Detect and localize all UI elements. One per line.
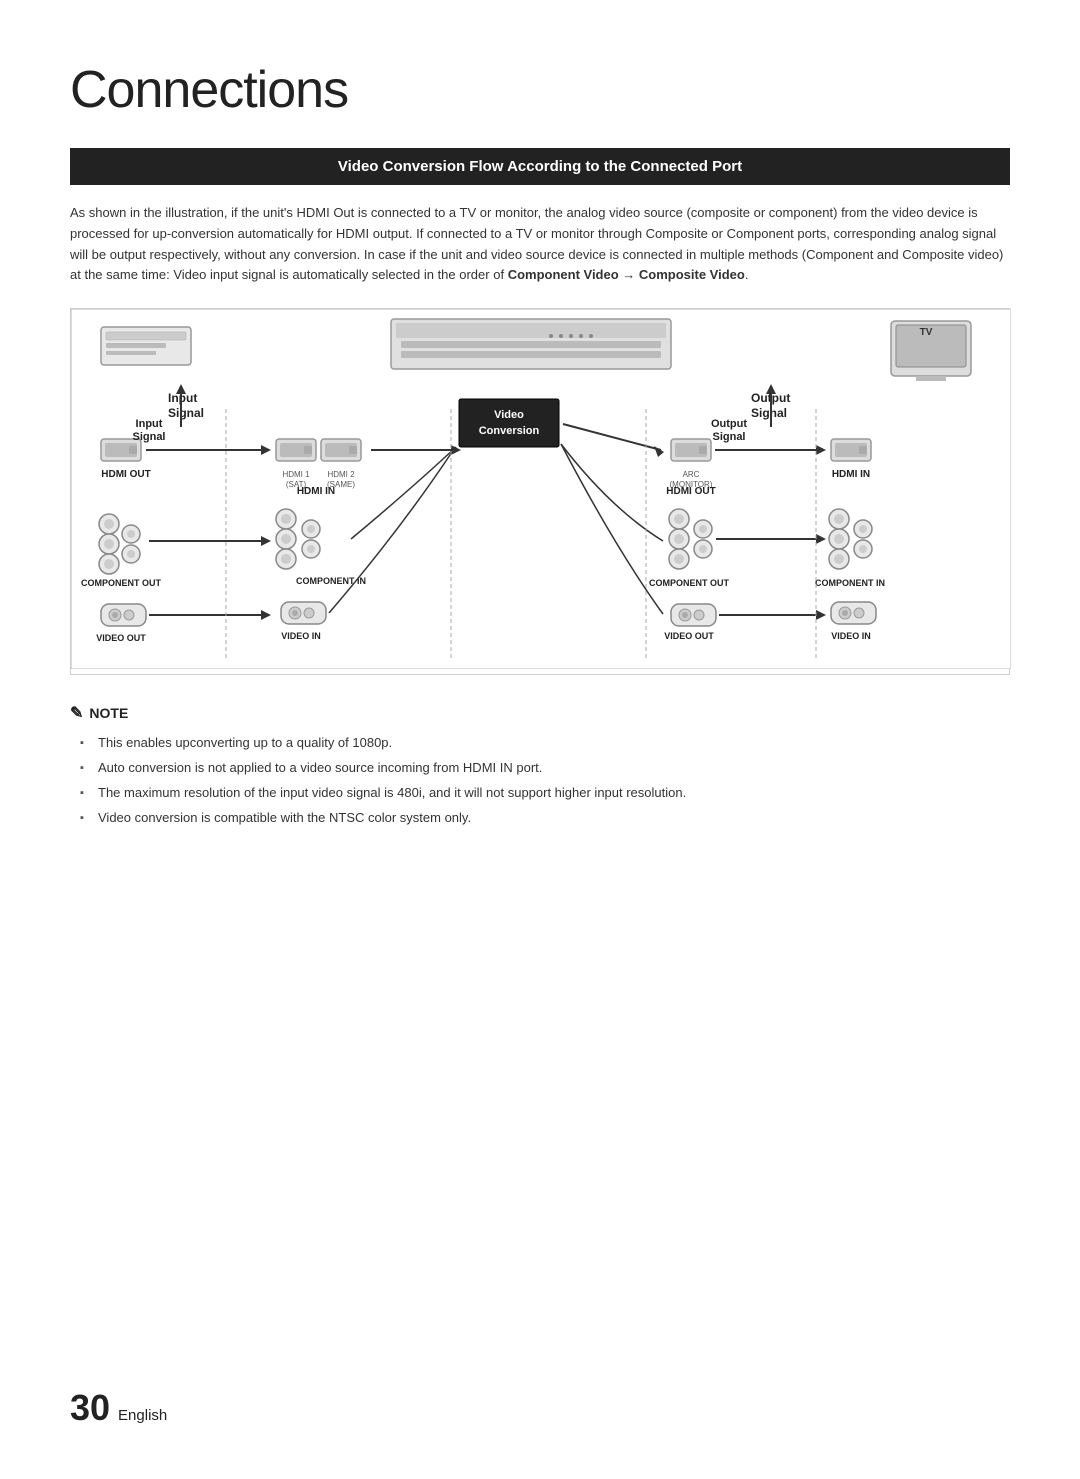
- svg-text:VIDEO IN: VIDEO IN: [281, 631, 321, 641]
- svg-text:HDMI 2: HDMI 2: [327, 470, 355, 479]
- note-list: This enables upconverting up to a qualit…: [70, 733, 1010, 828]
- svg-text:HDMI OUT: HDMI OUT: [101, 469, 150, 480]
- svg-text:VIDEO OUT: VIDEO OUT: [96, 633, 146, 643]
- note-list-item: Video conversion is compatible with the …: [80, 808, 1010, 829]
- section-header: Video Conversion Flow According to the C…: [70, 148, 1010, 185]
- svg-text:COMPONENT OUT: COMPONENT OUT: [649, 578, 730, 588]
- note-list-item: Auto conversion is not applied to a vide…: [80, 758, 1010, 779]
- svg-text:TV: TV: [920, 327, 933, 338]
- svg-text:Conversion: Conversion: [479, 425, 540, 437]
- svg-text:Input: Input: [136, 418, 163, 430]
- svg-text:HDMI IN: HDMI IN: [832, 469, 870, 480]
- svg-text:VIDEO IN: VIDEO IN: [831, 631, 871, 641]
- page-language: English: [118, 1407, 167, 1424]
- svg-text:HDMI 1: HDMI 1: [282, 470, 310, 479]
- note-title: ✎ NOTE: [70, 703, 1010, 723]
- svg-text:Signal: Signal: [751, 406, 787, 420]
- diagram-svg: TV Input Signal Video Conversion Output …: [71, 309, 1011, 669]
- svg-text:COMPONENT IN: COMPONENT IN: [815, 578, 885, 588]
- svg-text:Signal: Signal: [132, 431, 165, 443]
- page-title: Connections: [70, 60, 1010, 120]
- svg-text:VIDEO OUT: VIDEO OUT: [664, 631, 714, 641]
- note-list-item: This enables upconverting up to a qualit…: [80, 733, 1010, 754]
- diagram-container: TV Input Signal Video Conversion Output …: [70, 308, 1010, 675]
- svg-text:Signal: Signal: [712, 431, 745, 443]
- note-icon: ✎: [70, 703, 83, 723]
- body-text: As shown in the illustration, if the uni…: [70, 203, 1010, 286]
- svg-text:HDMI IN: HDMI IN: [297, 486, 335, 497]
- note-list-item: The maximum resolution of the input vide…: [80, 783, 1010, 804]
- note-label: NOTE: [89, 705, 128, 721]
- svg-text:Signal: Signal: [168, 406, 204, 420]
- note-section: ✎ NOTE This enables upconverting up to a…: [70, 703, 1010, 828]
- svg-text:Output: Output: [711, 418, 747, 430]
- svg-text:Video: Video: [494, 409, 524, 421]
- page-number: 30: [70, 1387, 110, 1429]
- svg-text:HDMI OUT: HDMI OUT: [666, 486, 715, 497]
- svg-text:ARC: ARC: [683, 470, 700, 479]
- page-footer: 30 English: [70, 1387, 167, 1429]
- svg-text:COMPONENT OUT: COMPONENT OUT: [81, 578, 162, 588]
